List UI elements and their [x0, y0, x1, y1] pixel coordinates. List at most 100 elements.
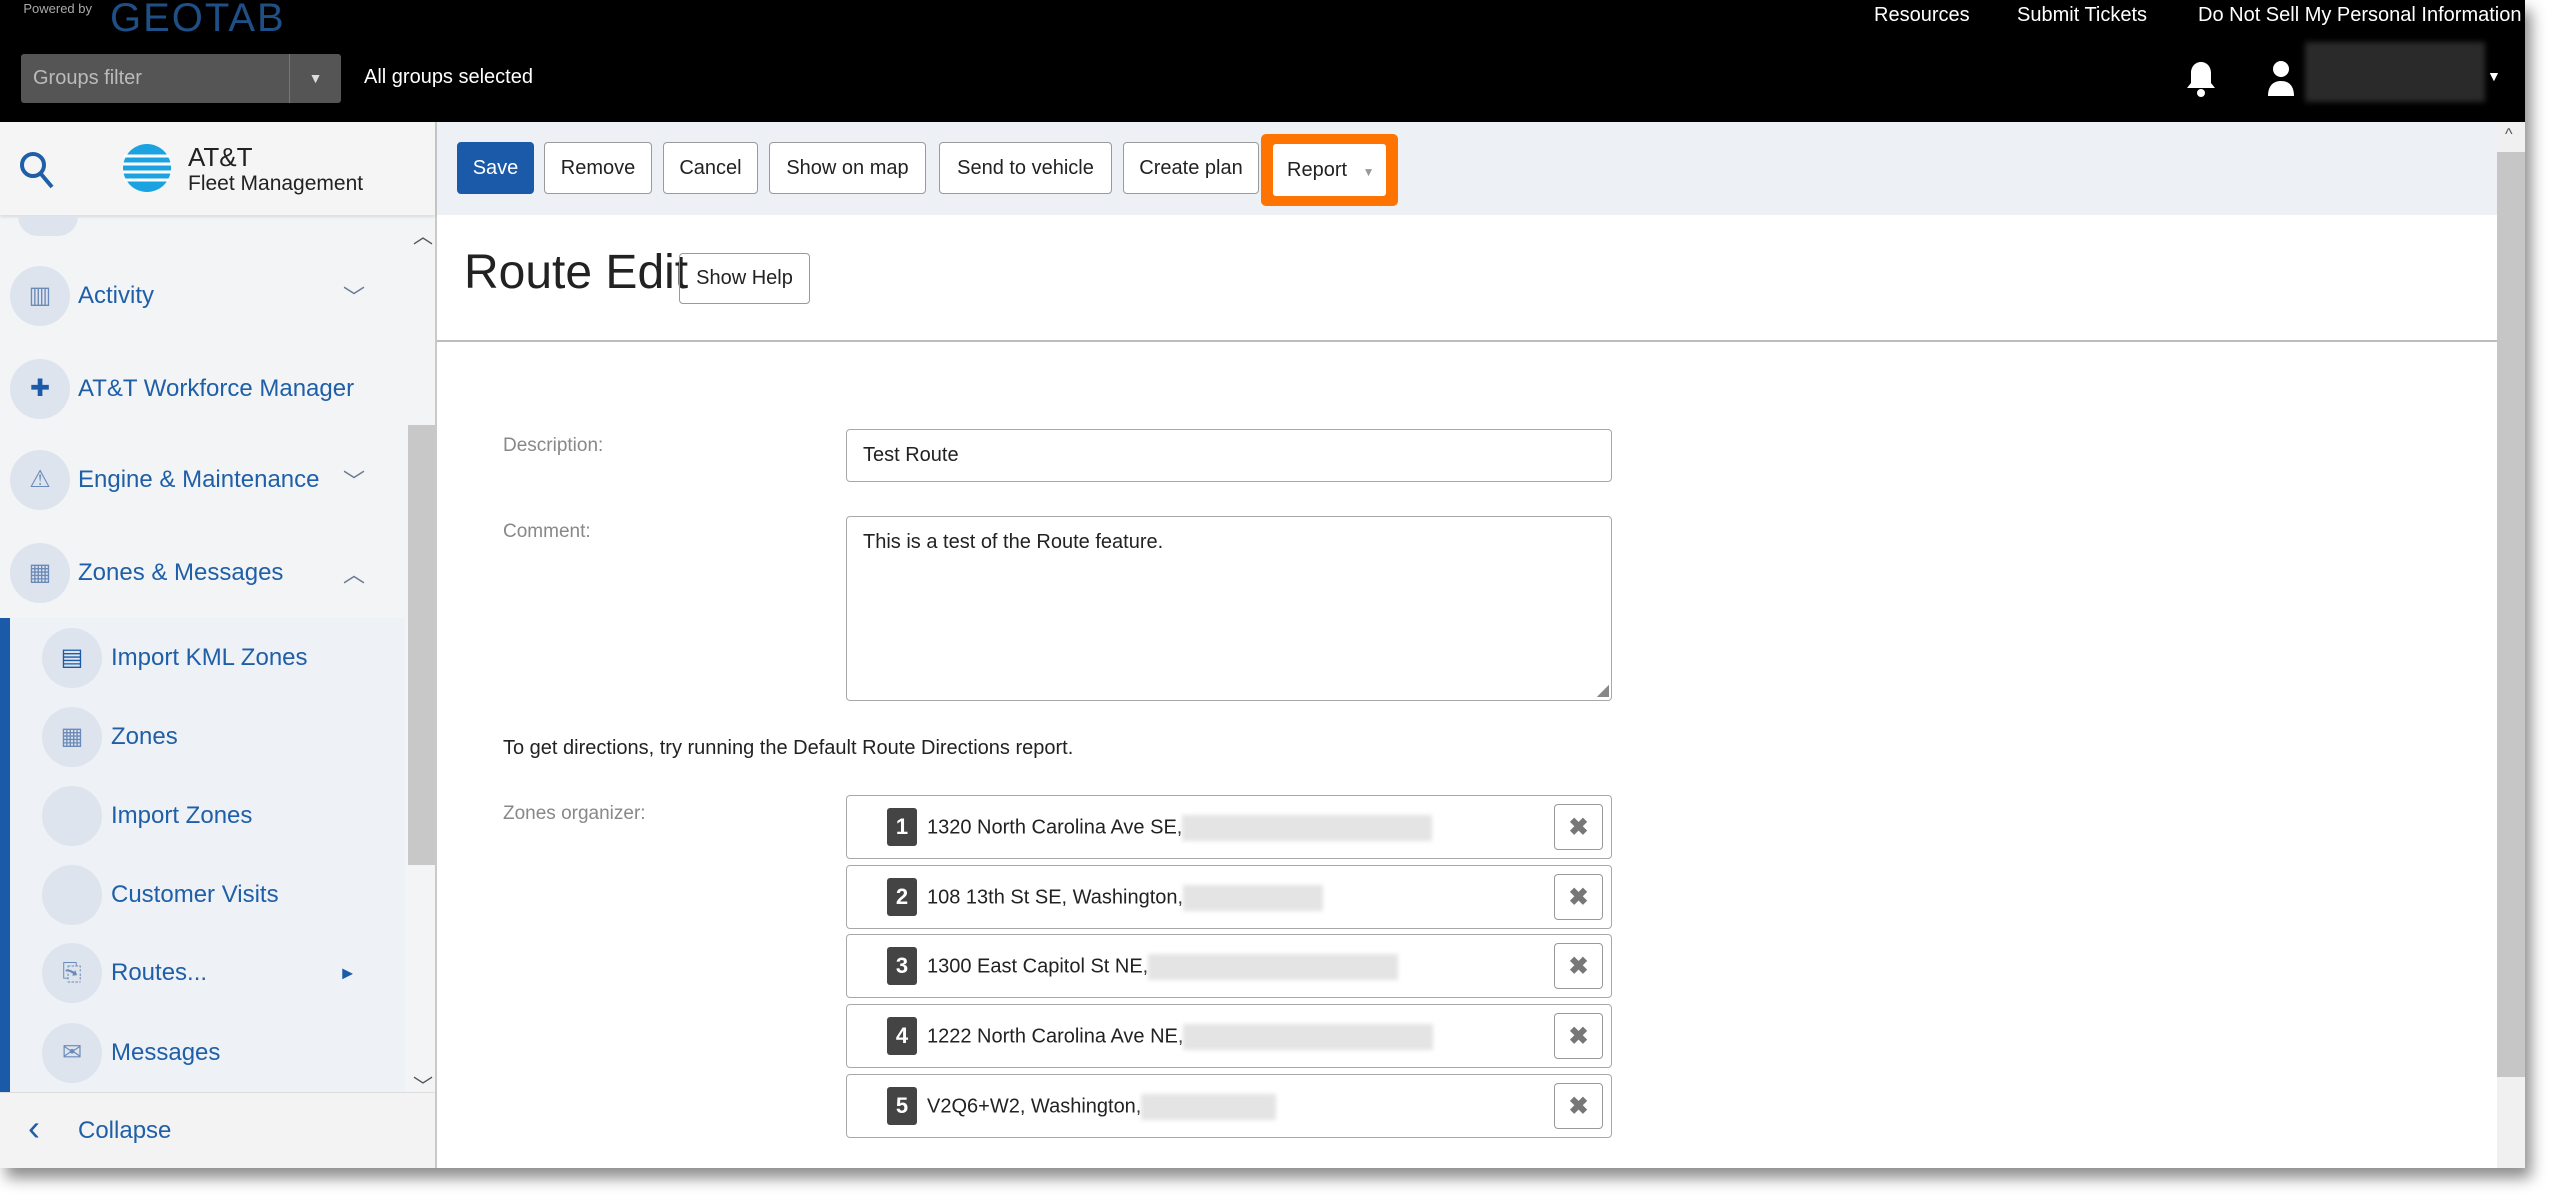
zone-address: V2Q6+W2, Washington,	[927, 1095, 1142, 1118]
puzzle-icon: ✚	[10, 359, 70, 419]
report-button[interactable]: Report ▼	[1273, 144, 1386, 196]
chevron-down-icon[interactable]: ▼	[289, 54, 341, 103]
page-scrollbar-thumb[interactable]	[2497, 152, 2525, 1077]
sidebar-subitem-import-zones[interactable]: Import Zones	[0, 777, 405, 855]
comment-text: This is a test of the Route feature.	[863, 531, 1164, 553]
description-input[interactable]: Test Route	[846, 429, 1612, 482]
sidebar-item-label: Messages	[111, 1039, 221, 1066]
zone-row[interactable]: 5 V2Q6+W2, Washington, ✖	[846, 1074, 1612, 1138]
zone-row[interactable]: 1 1320 North Carolina Ave SE, ✖	[846, 795, 1612, 859]
sidebar-scroll-up-icon[interactable]: ︿	[413, 220, 433, 249]
sidebar-item-label: Import KML Zones	[111, 644, 308, 671]
zone-address: 1300 East Capitol St NE,	[927, 955, 1149, 978]
user-name-redacted[interactable]	[2305, 42, 2485, 102]
create-plan-button[interactable]: Create plan	[1123, 142, 1259, 194]
sidebar-item-label: AT&T Workforce Manager	[78, 375, 355, 402]
sidebar-subitem-customer-visits[interactable]: Customer Visits	[0, 856, 405, 934]
report-label: Report	[1287, 159, 1348, 181]
chevron-down-icon: ﹀	[342, 469, 365, 494]
sidebar-subitem-zones[interactable]: ▦ Zones	[0, 698, 405, 776]
remove-zone-button[interactable]: ✖	[1554, 1083, 1603, 1129]
zone-row[interactable]: 4 1222 North Carolina Ave NE, ✖	[846, 1004, 1612, 1068]
sidebar-item-label: Activity	[78, 282, 155, 309]
zone-address: 1222 North Carolina Ave NE,	[927, 1025, 1184, 1048]
sidebar-item-workforce-manager[interactable]: ✚ AT&T Workforce Manager	[0, 350, 405, 428]
submenu-arrow-icon: ▶	[342, 964, 353, 981]
cancel-button[interactable]: Cancel	[663, 142, 758, 194]
sidebar: AT&T Fleet Management ︿ ▥ Activity ﹀ ✚ A…	[0, 122, 437, 1168]
sidebar-item-label: Engine & Maintenance	[78, 466, 320, 493]
save-button[interactable]: Save	[457, 142, 534, 194]
zone-address: 108 13th St SE, Washington,	[927, 886, 1184, 909]
brand-subtitle: Fleet Management	[188, 172, 364, 195]
envelope-icon: ✉	[42, 1023, 102, 1083]
resources-link[interactable]: Resources	[1874, 4, 1970, 27]
geotab-logo: GEOTAB	[110, 0, 286, 40]
user-menu-caret-icon[interactable]: ▼	[2487, 68, 2501, 84]
do-not-sell-link[interactable]: Do Not Sell My Personal Information	[2198, 4, 2521, 27]
sidebar-item-label: Zones	[111, 723, 178, 750]
zone-order-badge: 3	[887, 947, 917, 985]
groups-status: All groups selected	[364, 66, 533, 88]
description-label: Description:	[503, 435, 604, 456]
remove-zone-button[interactable]: ✖	[1554, 1013, 1603, 1059]
user-icon[interactable]	[2266, 60, 2296, 101]
sidebar-item-label: Zones & Messages	[78, 559, 284, 586]
show-help-button[interactable]: Show Help	[679, 253, 810, 304]
zone-row[interactable]: 3 1300 East Capitol St NE, ✖	[846, 934, 1612, 998]
directions-hint: To get directions, try running the Defau…	[503, 737, 1074, 759]
redacted-text	[1182, 815, 1433, 841]
scroll-up-icon[interactable]: ^	[2505, 126, 2513, 144]
zone-row[interactable]: 2 108 13th St SE, Washington, ✖	[846, 865, 1612, 929]
chevron-left-icon: ‹	[28, 1107, 40, 1148]
comment-label: Comment:	[503, 521, 591, 542]
sidebar-item-zones-messages[interactable]: ▦ Zones & Messages ︿	[0, 534, 405, 612]
redacted-text	[1141, 1094, 1277, 1120]
comment-textarea[interactable]: This is a test of the Route feature. ◢	[846, 516, 1612, 701]
brand-title: AT&T	[188, 142, 253, 172]
redacted-text	[1148, 954, 1399, 980]
sidebar-item-label: Customer Visits	[111, 881, 279, 908]
groups-filter-placeholder: Groups filter	[33, 67, 142, 89]
search-icon[interactable]	[18, 150, 56, 195]
zone-order-badge: 4	[887, 1017, 917, 1055]
sidebar-item-activity[interactable]: ▥ Activity ﹀	[0, 257, 405, 335]
resize-handle-icon[interactable]: ◢	[1597, 680, 1609, 700]
show-on-map-button[interactable]: Show on map	[769, 142, 926, 194]
remove-button[interactable]: Remove	[544, 142, 652, 194]
sidebar-item-label: Routes...	[111, 959, 208, 986]
app-window: Powered by GEOTAB Resources Submit Ticke…	[0, 0, 2525, 1168]
nav-icon-partial	[18, 216, 78, 236]
send-to-vehicle-button[interactable]: Send to vehicle	[939, 142, 1112, 194]
sidebar-subitem-routes[interactable]: ⎘ Routes... ▶	[0, 934, 405, 1012]
routes-icon: ⎘	[42, 943, 102, 1003]
sidebar-item-label: Import Zones	[111, 802, 253, 829]
collapse-button[interactable]: ‹ Collapse	[0, 1092, 435, 1168]
chevron-down-icon: ﹀	[342, 285, 365, 310]
zones-icon: ▦	[42, 707, 102, 767]
att-globe-logo	[122, 142, 172, 199]
sidebar-subitem-messages[interactable]: ✉ Messages	[0, 1014, 405, 1092]
route-edit-form: Route Edit Show Help Description: Test R…	[437, 215, 2497, 1168]
top-bar: Powered by GEOTAB Resources Submit Ticke…	[0, 0, 2525, 122]
kml-file-icon: ▤	[42, 628, 102, 688]
remove-zone-button[interactable]: ✖	[1554, 943, 1603, 989]
remove-zone-button[interactable]: ✖	[1554, 874, 1603, 920]
sidebar-subitem-import-kml-zones[interactable]: ▤ Import KML Zones	[0, 619, 405, 697]
groups-filter-input[interactable]: Groups filter ▼	[21, 54, 341, 103]
sidebar-scrollbar[interactable]	[408, 425, 435, 865]
sidebar-header: AT&T Fleet Management	[0, 122, 435, 215]
zones-icon: ▦	[10, 543, 70, 603]
powered-by-label: Powered by	[23, 1, 92, 16]
toolbar: Save Remove Cancel Show on map Send to v…	[437, 122, 2497, 215]
submit-tickets-link[interactable]: Submit Tickets	[2017, 4, 2147, 27]
caret-down-icon: ▼	[1362, 165, 1375, 179]
divider	[437, 340, 2497, 342]
sidebar-item-engine-maintenance[interactable]: ⚠ Engine & Maintenance ﹀	[0, 441, 405, 519]
bell-icon[interactable]	[2184, 60, 2218, 103]
blank-icon	[42, 786, 102, 846]
activity-chart-icon: ▥	[10, 266, 70, 326]
remove-zone-button[interactable]: ✖	[1554, 804, 1603, 850]
zone-order-badge: 1	[887, 808, 917, 846]
page-title: Route Edit	[464, 246, 689, 299]
